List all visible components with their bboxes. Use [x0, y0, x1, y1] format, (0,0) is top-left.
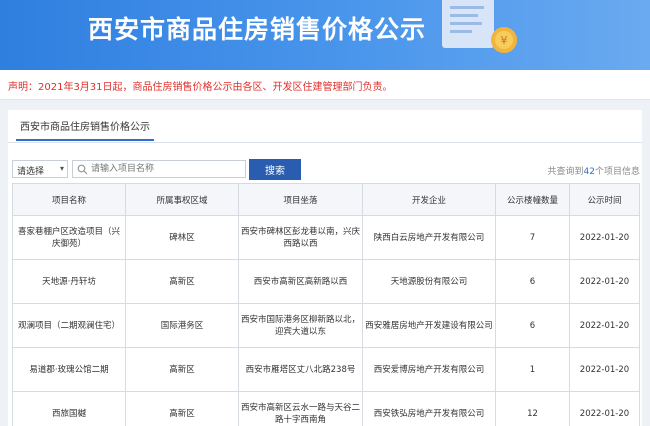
cell-developer: 西安雅居房地产开发建设有限公司 [362, 303, 496, 348]
tab-price-publicity[interactable]: 西安市商品住房销售价格公示 [16, 118, 154, 141]
col-header-building-count: 公示楼幢数量 [495, 183, 570, 216]
page-title: 西安市商品住房销售价格公示 [88, 15, 427, 44]
cell-district: 高新区 [125, 259, 239, 304]
project-table: 项目名称 所属事权区域 项目坐落 开发企业 公示楼幢数量 公示时间 喜家巷棚户区… [12, 183, 640, 426]
svg-text:¥: ¥ [501, 34, 508, 47]
search-input[interactable] [91, 162, 241, 176]
cell-district: 高新区 [125, 347, 239, 392]
table-row[interactable]: 观澜项目（二期观澜住宅） 国际港务区 西安市国际港务区柳新路以北，迎宾大道以东 … [12, 303, 640, 348]
table-header-row: 项目名称 所属事权区域 项目坐落 开发企业 公示楼幢数量 公示时间 [12, 183, 640, 216]
cell-project-name: 天地源·丹轩坊 [12, 259, 126, 304]
col-header-developer: 开发企业 [362, 183, 496, 216]
cell-project-name: 喜家巷棚户区改造项目（兴庆御苑） [12, 215, 126, 260]
cell-district: 碑林区 [125, 215, 239, 260]
cell-location: 西安市高新区云水一路与天谷二路十字西南角 [238, 391, 363, 426]
cell-building-count: 7 [495, 215, 570, 260]
search-button[interactable]: 搜索 [249, 159, 301, 180]
content-panel: 西安市商品住房销售价格公示 请选择 ▾ 搜索 共查询到42个项目信息 项目名称 … [8, 110, 642, 426]
cell-developer: 陕西白云房地产开发有限公司 [362, 215, 496, 260]
tab-divider [8, 142, 642, 143]
cell-publicity-date: 2022-01-20 [569, 259, 640, 304]
cell-developer: 天地源股份有限公司 [362, 259, 496, 304]
chevron-down-icon: ▾ [59, 164, 64, 173]
district-select[interactable]: 请选择 ▾ [12, 160, 68, 178]
document-coin-illustration-icon: ¥ [442, 0, 517, 53]
notice-text: 声明：2021年3月31日起，商品住房销售价格公示由各区、开发区住建管理部门负责… [8, 82, 393, 93]
cell-building-count: 6 [495, 259, 570, 304]
result-count: 共查询到42个项目信息 [547, 167, 640, 177]
table-row[interactable]: 天地源·丹轩坊 高新区 西安市高新区高新路以西 天地源股份有限公司 6 2022… [12, 259, 640, 304]
notice-bar: 声明：2021年3月31日起，商品住房销售价格公示由各区、开发区住建管理部门负责… [0, 70, 650, 100]
cell-building-count: 6 [495, 303, 570, 348]
cell-publicity-date: 2022-01-20 [569, 215, 640, 260]
cell-developer: 西安铁弘房地产开发有限公司 [362, 391, 496, 426]
col-header-publicity-date: 公示时间 [569, 183, 640, 216]
table-row[interactable]: 易道郡·玫瑰公馆二期 高新区 西安市雁塔区丈八北路238号 西安爱博房地产开发有… [12, 347, 640, 392]
search-icon [77, 164, 88, 175]
col-header-project-name: 项目名称 [12, 183, 126, 216]
cell-location: 西安市雁塔区丈八北路238号 [238, 347, 363, 392]
cell-district: 高新区 [125, 391, 239, 426]
cell-publicity-date: 2022-01-20 [569, 347, 640, 392]
cell-building-count: 1 [495, 347, 570, 392]
cell-location: 西安市高新区高新路以西 [238, 259, 363, 304]
col-header-location: 项目坐落 [238, 183, 363, 216]
search-box [72, 160, 246, 178]
cell-location: 西安市碑林区彭龙巷以南，兴庆西路以西 [238, 215, 363, 260]
cell-district: 国际港务区 [125, 303, 239, 348]
table-row[interactable]: 喜家巷棚户区改造项目（兴庆御苑） 碑林区 西安市碑林区彭龙巷以南，兴庆西路以西 … [12, 215, 640, 260]
table-row[interactable]: 西旅国樾 高新区 西安市高新区云水一路与天谷二路十字西南角 西安铁弘房地产开发有… [12, 391, 640, 426]
cell-project-name: 易道郡·玫瑰公馆二期 [12, 347, 126, 392]
cell-building-count: 12 [495, 391, 570, 426]
district-select-value: 请选择 [17, 167, 45, 177]
header-banner: 西安市商品住房销售价格公示 ¥ [0, 0, 650, 70]
col-header-district: 所属事权区域 [125, 183, 239, 216]
cell-project-name: 西旅国樾 [12, 391, 126, 426]
cell-project-name: 观澜项目（二期观澜住宅） [12, 303, 126, 348]
cell-location: 西安市国际港务区柳新路以北，迎宾大道以东 [238, 303, 363, 348]
cell-developer: 西安爱博房地产开发有限公司 [362, 347, 496, 392]
cell-publicity-date: 2022-01-20 [569, 303, 640, 348]
cell-publicity-date: 2022-01-20 [569, 391, 640, 426]
